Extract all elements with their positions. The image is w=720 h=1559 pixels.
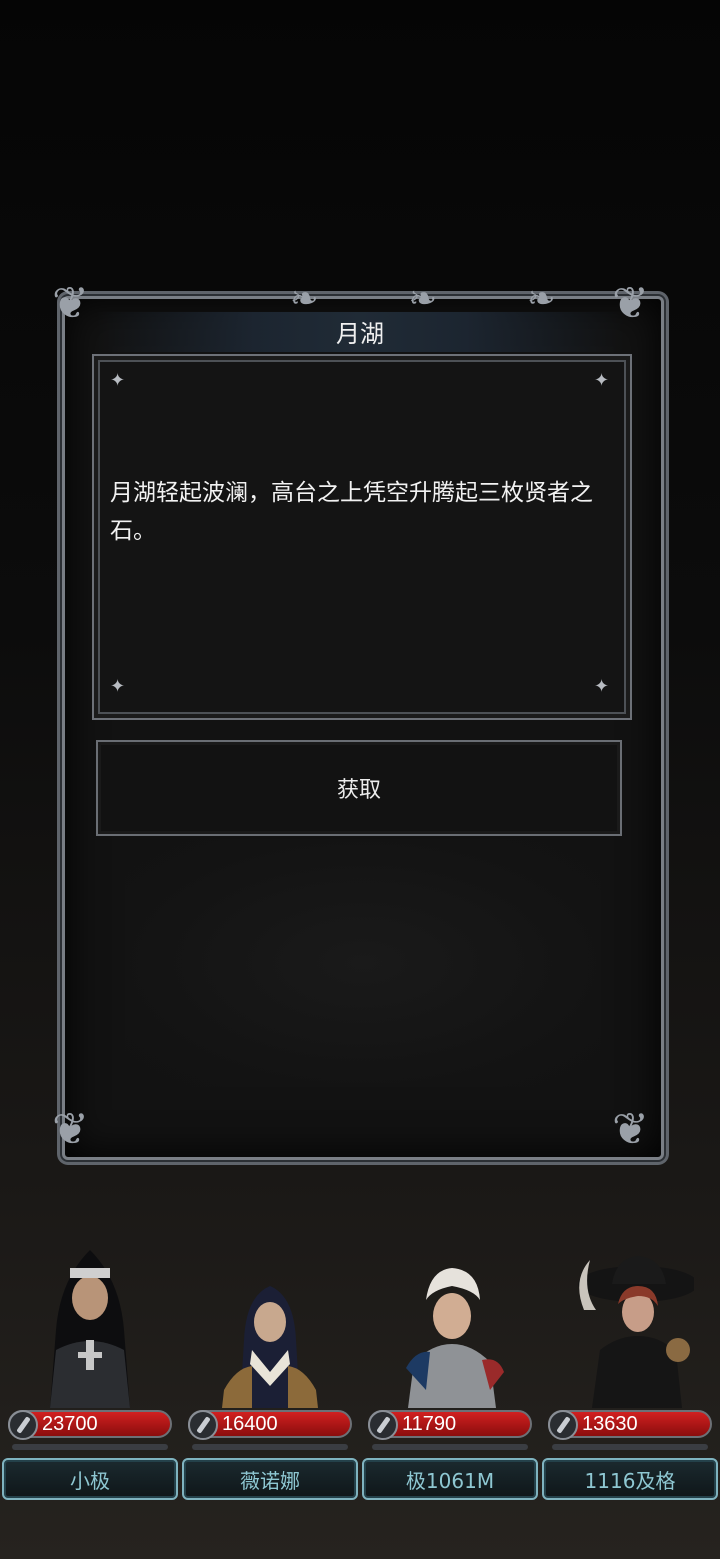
story-text: 月湖轻起波澜，高台之上凭空升腾起三枚贤者之石。 [110,480,593,544]
knight-portrait-icon [406,1268,504,1408]
corner-ornament-icon: ❦ [52,1104,89,1155]
corner-ornament-icon: ❦ [612,1104,649,1155]
name-plate[interactable]: 小极 [2,1458,178,1500]
hp-bar: 11790 [368,1410,532,1440]
sparkle-icon: ✦ [110,676,126,697]
energy-bar [372,1444,528,1450]
priestess-portrait-icon [222,1286,318,1408]
hp-value: 13630 [582,1413,638,1435]
name-plate[interactable]: 1116及格 [542,1458,718,1500]
hp-bar: 16400 [188,1410,352,1440]
sword-icon [8,1410,38,1440]
energy-bar [552,1444,708,1450]
sword-icon [188,1410,218,1440]
witch-portrait-icon [578,1256,694,1408]
name-plate[interactable]: 极1061M [362,1458,538,1500]
sword-icon [548,1410,578,1440]
energy-bar [192,1444,348,1450]
party-bar: 23700 小极 16400 薇诺娜 11790 极1061M 13630 11… [0,1240,720,1559]
party-member[interactable]: 13630 1116及格 [540,1240,720,1559]
sparkle-icon: ✦ [594,370,610,391]
sword-icon [368,1410,398,1440]
hp-value: 16400 [222,1413,278,1435]
hp-bar: 13630 [548,1410,712,1440]
crest-ornament-icon: ❧❧❧ [290,279,646,319]
party-member[interactable]: 23700 小极 [0,1240,180,1559]
sparkle-icon: ✦ [594,676,610,697]
obtain-button[interactable]: 获取 [96,740,622,836]
hp-value: 11790 [402,1413,457,1435]
name-plate[interactable]: 薇诺娜 [182,1458,358,1500]
nun-portrait-icon [50,1250,130,1408]
party-member[interactable]: 16400 薇诺娜 [180,1240,360,1559]
hp-value: 23700 [42,1413,98,1435]
hp-bar: 23700 [8,1410,172,1440]
sparkle-icon: ✦ [110,370,126,391]
energy-bar [12,1444,168,1450]
party-member[interactable]: 11790 极1061M [360,1240,540,1559]
dialog-title: 月湖 [336,320,384,348]
